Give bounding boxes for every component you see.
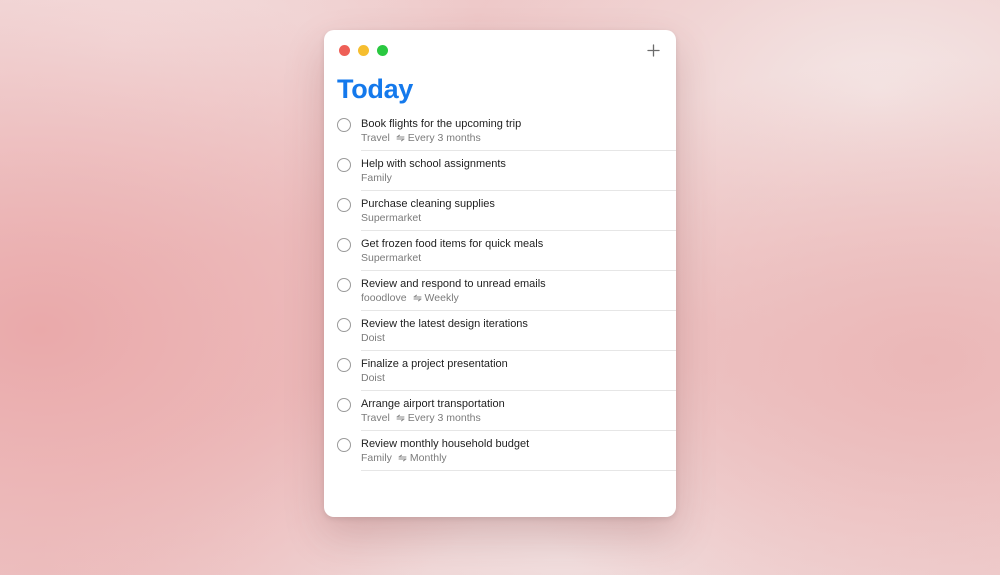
task-content[interactable]: Arrange airport transportation Travel Ev… [361, 391, 676, 431]
task-project: Supermarket [361, 212, 422, 224]
task-name: Purchase cleaning supplies [361, 198, 495, 210]
task-content[interactable]: Finalize a project presentation Doist [361, 351, 676, 391]
task-project: fooodlove [361, 292, 407, 304]
task-recurrence-label: Every 3 months [407, 132, 481, 144]
task-meta: Supermarket [361, 252, 421, 264]
task-project: Family [361, 452, 392, 464]
task-meta: Supermarket [361, 212, 421, 224]
task-item[interactable]: Get frozen food items for quick meals Su… [324, 231, 676, 271]
window-controls [339, 45, 388, 56]
task-name: Book flights for the upcoming trip [361, 118, 522, 130]
task-meta: Travel Every 3 months [361, 412, 481, 424]
repeat-icon [413, 294, 422, 302]
task-list: Book flights for the upcoming trip Trave… [324, 111, 676, 471]
task-meta: Doist [361, 332, 385, 344]
repeat-icon [396, 134, 405, 142]
task-checkbox[interactable] [337, 398, 351, 412]
repeat-icon [396, 414, 405, 422]
repeat-icon [398, 454, 407, 462]
task-item[interactable]: Book flights for the upcoming trip Trave… [324, 111, 676, 151]
task-checkbox[interactable] [337, 358, 351, 372]
task-item[interactable]: Review monthly household budget Family M… [324, 431, 676, 471]
task-item[interactable]: Review and respond to unread emails fooo… [324, 271, 676, 311]
task-content[interactable]: Get frozen food items for quick meals Su… [361, 231, 676, 271]
task-item[interactable]: Review the latest design iterations Dois… [324, 311, 676, 351]
task-content[interactable]: Purchase cleaning supplies Supermarket [361, 191, 676, 231]
task-item[interactable]: Purchase cleaning supplies Supermarket [324, 191, 676, 231]
task-meta: Family [361, 172, 392, 184]
task-content[interactable]: Review monthly household budget Family M… [361, 431, 676, 471]
task-content[interactable]: Review the latest design iterations Dois… [361, 311, 676, 351]
zoom-window-button[interactable] [377, 45, 388, 56]
task-recurrence: Weekly [413, 292, 459, 304]
task-project: Family [361, 172, 392, 184]
task-item[interactable]: Arrange airport transportation Travel Ev… [324, 391, 676, 431]
add-task-button[interactable] [643, 40, 663, 60]
task-name: Get frozen food items for quick meals [361, 238, 544, 250]
task-meta: Family Monthly [361, 452, 447, 464]
task-project: Doist [361, 372, 385, 384]
task-content[interactable]: Book flights for the upcoming trip Trave… [361, 111, 676, 151]
app-window: Today Book flights for the upcoming trip… [324, 30, 676, 517]
task-name: Arrange airport transportation [361, 398, 505, 410]
task-meta: fooodlove Weekly [361, 292, 459, 304]
plus-icon [646, 43, 660, 57]
task-name: Help with school assignments [361, 158, 506, 170]
task-item[interactable]: Finalize a project presentation Doist [324, 351, 676, 391]
task-recurrence-label: Every 3 months [407, 412, 481, 424]
task-item[interactable]: Help with school assignments Family [324, 151, 676, 191]
task-recurrence-label: Weekly [424, 292, 459, 304]
task-name: Review and respond to unread emails [361, 278, 546, 290]
task-checkbox[interactable] [337, 318, 351, 332]
task-meta: Doist [361, 372, 385, 384]
task-recurrence: Every 3 months [396, 132, 481, 144]
task-checkbox[interactable] [337, 438, 351, 452]
task-checkbox[interactable] [337, 118, 351, 132]
task-project: Doist [361, 332, 385, 344]
close-window-button[interactable] [339, 45, 350, 56]
task-recurrence: Monthly [398, 452, 447, 464]
task-recurrence: Every 3 months [396, 412, 481, 424]
task-name: Review the latest design iterations [361, 318, 528, 330]
task-content[interactable]: Help with school assignments Family [361, 151, 676, 191]
task-recurrence-label: Monthly [409, 452, 447, 464]
task-meta: Travel Every 3 months [361, 132, 481, 144]
task-name: Review monthly household budget [361, 438, 530, 450]
page-title: Today [337, 74, 414, 104]
task-project: Travel [361, 132, 390, 144]
task-checkbox[interactable] [337, 198, 351, 212]
task-checkbox[interactable] [337, 238, 351, 252]
minimize-window-button[interactable] [358, 45, 369, 56]
task-project: Travel [361, 412, 390, 424]
task-checkbox[interactable] [337, 158, 351, 172]
task-project: Supermarket [361, 252, 422, 264]
task-content[interactable]: Review and respond to unread emails fooo… [361, 271, 676, 311]
task-name: Finalize a project presentation [361, 358, 508, 370]
task-checkbox[interactable] [337, 278, 351, 292]
